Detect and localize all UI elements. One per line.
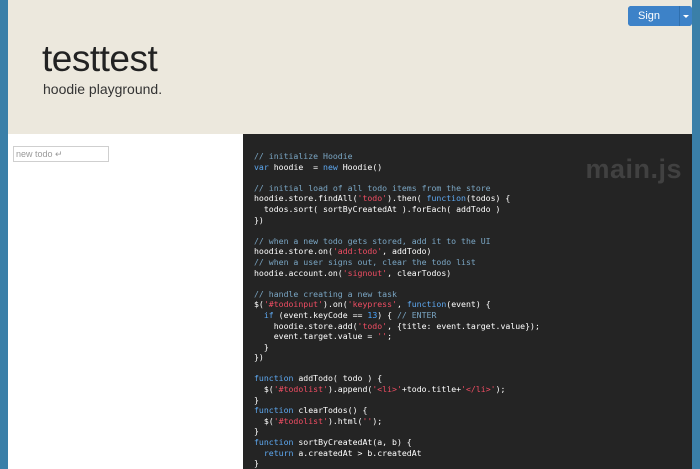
code-line: // handle creating a new task <box>254 288 397 299</box>
signup-button-group[interactable]: Sign Up <box>628 6 692 26</box>
code-block: // initialize Hoodie var hoodie = new Hoo… <box>254 151 540 469</box>
code-line: // initial load of all todo items from t… <box>254 182 491 193</box>
hero-header: testtest hoodie playground. Sign Up <box>8 0 692 134</box>
code-line: }) <box>254 352 264 363</box>
code-line: var hoodie = new Hoodie() <box>254 161 383 172</box>
code-line: todos.sort( sortByCreatedAt ).forEach( a… <box>254 203 501 214</box>
signup-button[interactable]: Sign Up <box>628 6 680 26</box>
code-line: // when a new todo gets stored, add it t… <box>254 235 491 246</box>
page-title: testtest <box>42 38 158 79</box>
todo-input[interactable]: new todo ↵ <box>13 146 109 162</box>
page-subtitle: hoodie playground. <box>43 81 163 97</box>
code-line: $('#todolist').html(''); <box>254 415 383 426</box>
code-line: // initialize Hoodie <box>254 151 353 161</box>
code-line: function addTodo( todo ) { <box>254 373 383 384</box>
signup-dropdown-toggle[interactable] <box>679 6 692 26</box>
app-frame: testtest hoodie playground. Sign Up new … <box>8 0 692 469</box>
code-line: if (event.keyCode == 13) { // ENTER <box>263 309 437 320</box>
code-line: hoodie.store.on('add:todo', addTodo) <box>254 246 432 257</box>
code-line: }) <box>254 214 264 225</box>
code-line: hoodie.store.findAll('todo').then( funct… <box>254 193 511 204</box>
code-line: function sortByCreatedAt(a, b) { <box>254 437 412 448</box>
code-line: return a.createdAt > b.createdAt <box>263 447 422 458</box>
code-line: event.target.value = ''; <box>254 331 393 342</box>
code-line: $('#todoinput').on('keypress', function(… <box>254 299 491 310</box>
code-line: function clearTodos() { <box>254 405 368 416</box>
code-panel: main.js // initialize Hoodie var hoodie =… <box>243 134 692 469</box>
chevron-down-icon <box>682 14 689 18</box>
code-line: $('#todolist').append('<li>'+todo.title+… <box>254 384 506 395</box>
code-line: hoodie.store.add('todo', {title: event.t… <box>254 320 540 331</box>
code-line: hoodie.account.on('signout', clearTodos) <box>254 267 452 278</box>
code-filename: main.js <box>585 154 682 184</box>
code-line: } <box>254 426 259 437</box>
code-line: } <box>254 394 259 405</box>
code-line: // when a user signs out, clear the todo… <box>254 256 476 267</box>
code-line: } <box>254 341 269 352</box>
code-line: } <box>254 458 259 469</box>
